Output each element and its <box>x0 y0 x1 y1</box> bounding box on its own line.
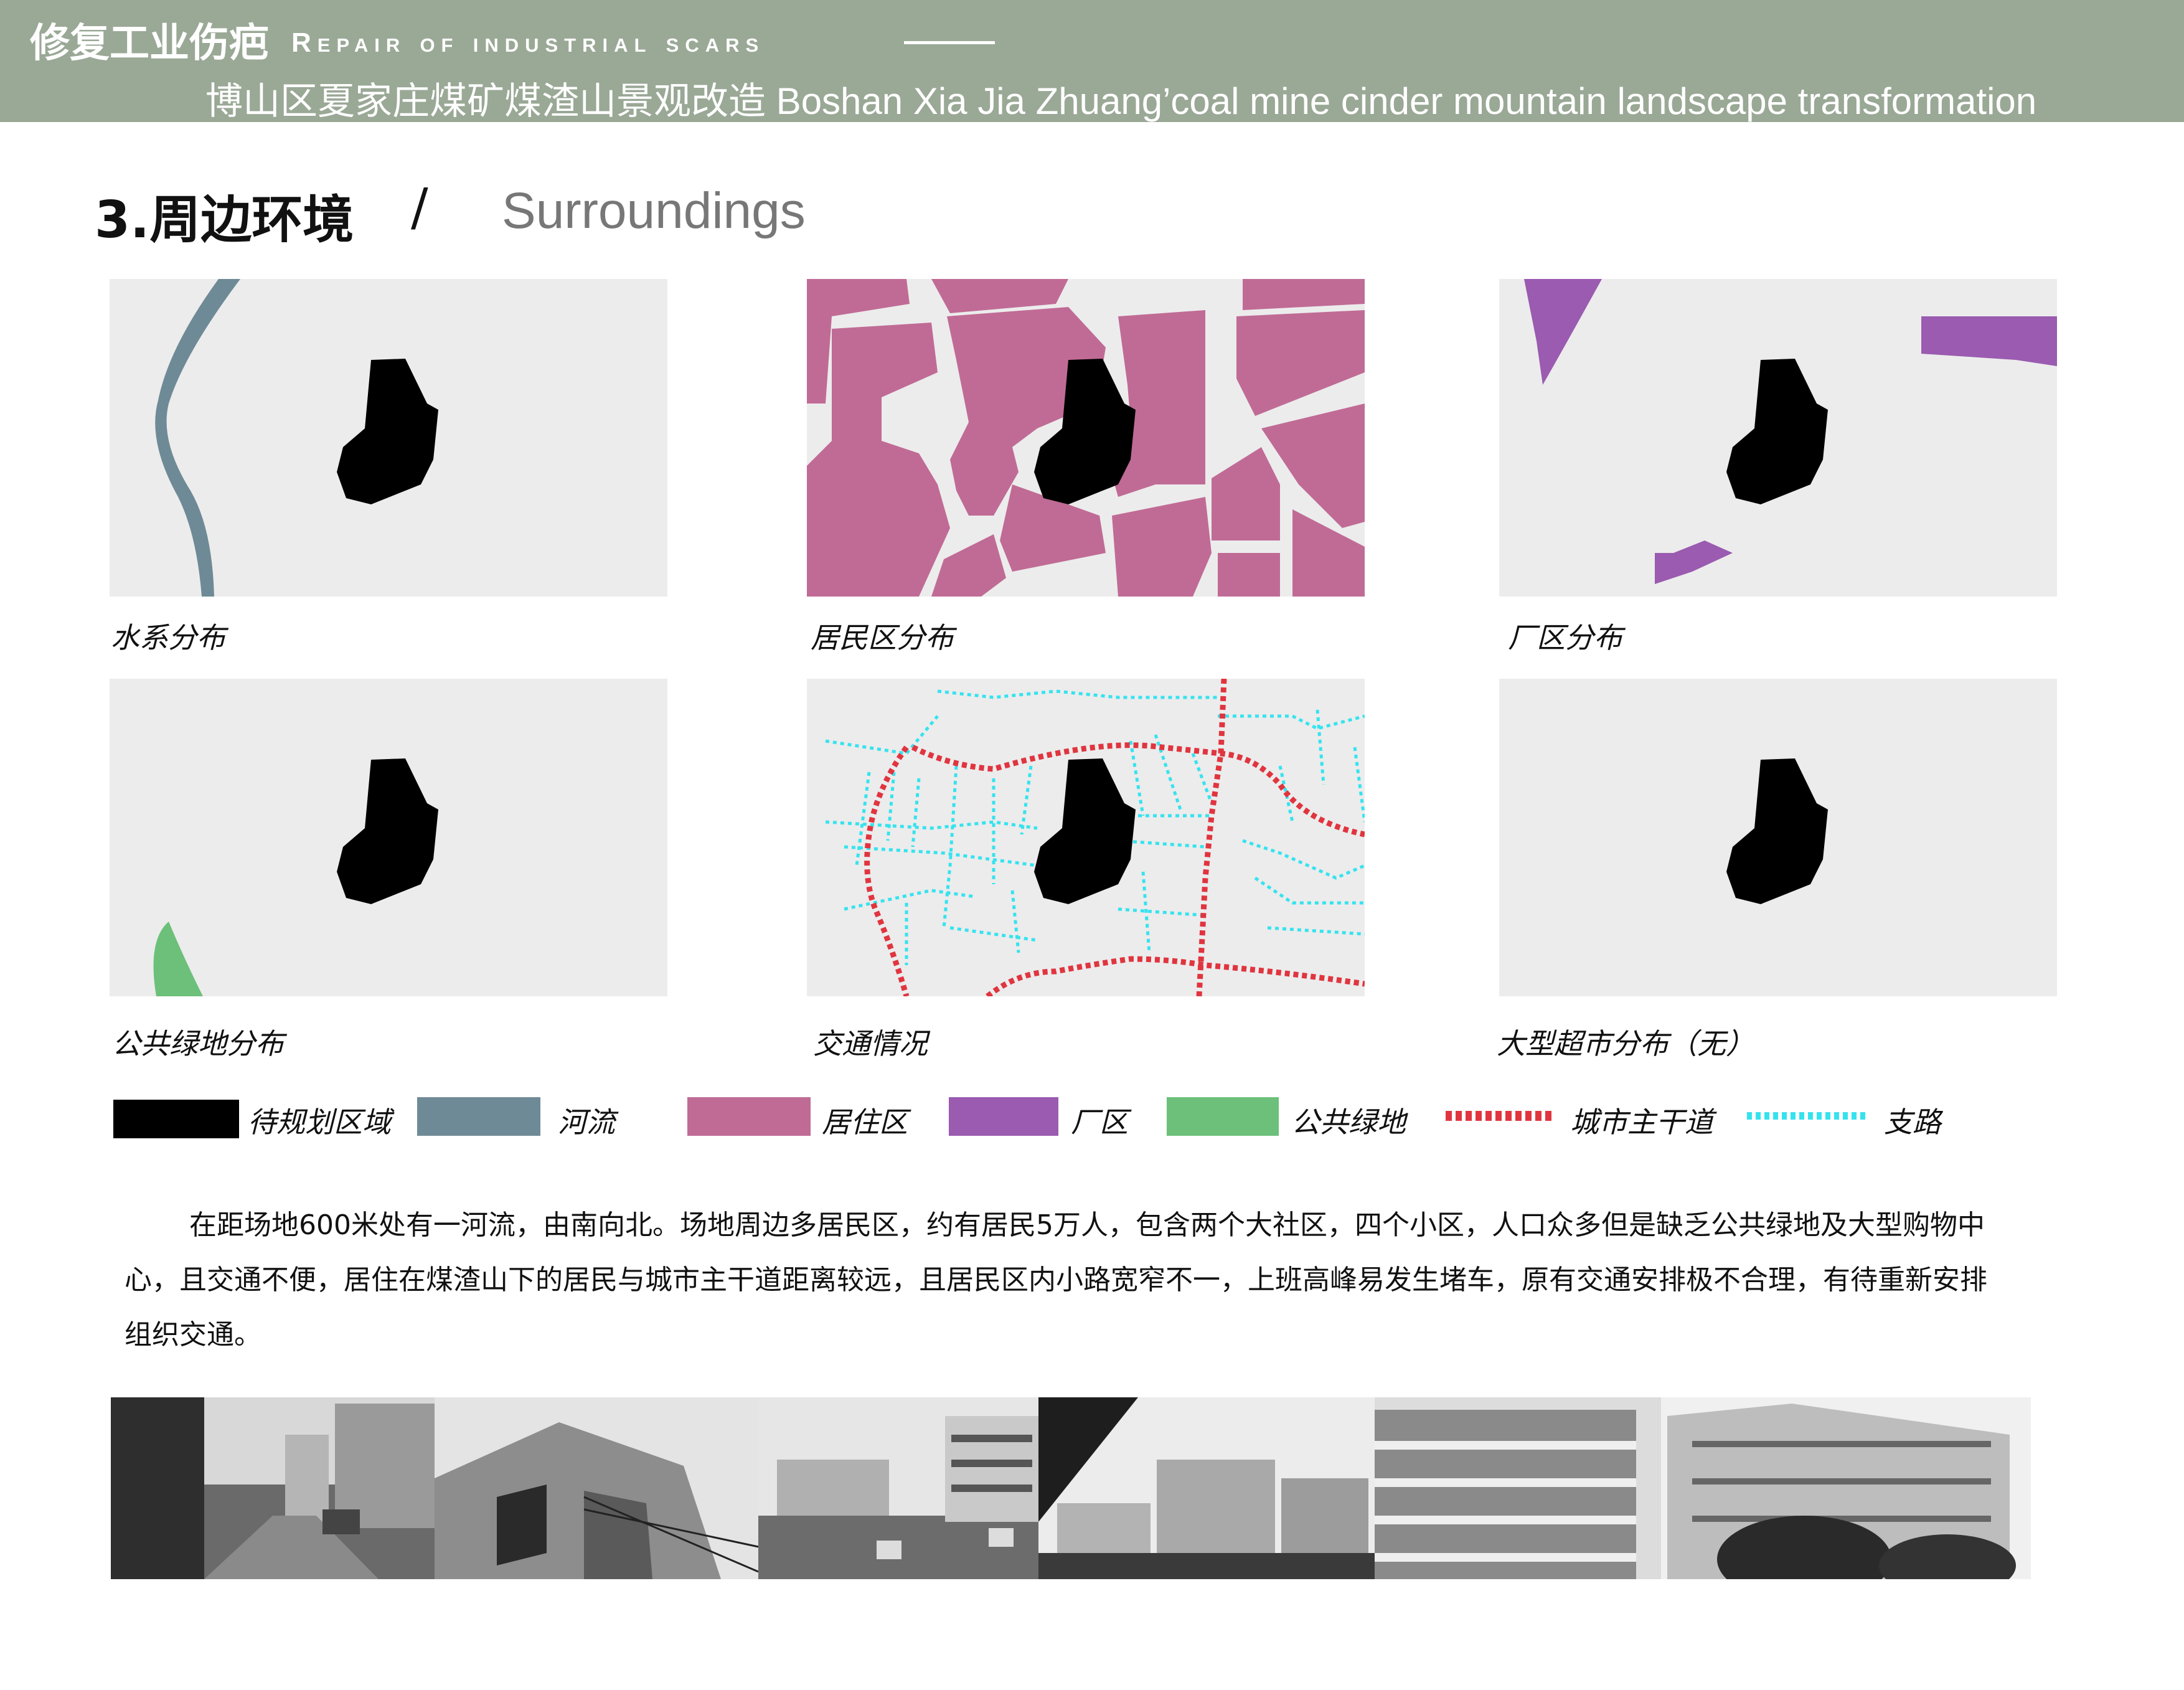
legend-label-factory: 厂区 <box>1071 1105 1128 1139</box>
map-caption-factory: 厂区分布 <box>1508 621 1622 654</box>
legend-swatch-planning <box>113 1100 239 1138</box>
site-area <box>1726 758 1828 904</box>
legend-label-main-road: 城市主干道 <box>1570 1105 1713 1139</box>
photo-alley <box>111 1397 435 1579</box>
legend-label-river: 河流 <box>558 1105 615 1139</box>
map-caption-traffic: 交通情况 <box>813 1027 928 1060</box>
legend-swatch-residential <box>687 1097 811 1136</box>
description-paragraph: 在距场地600米处有一河流，由南向北。场地周边多居民区，约有居民5万人，包含两个… <box>125 1198 2005 1362</box>
map-caption-water: 水系分布 <box>111 621 225 654</box>
river-shape <box>155 279 240 597</box>
map-supermarket <box>1499 679 2057 996</box>
map-caption-green: 公共绿地分布 <box>112 1027 284 1060</box>
header-subtitle: 博山区夏家庄煤矿煤渣山景观改造 Boshan Xia Jia Zhuang’co… <box>205 80 2037 122</box>
site-area <box>1726 359 1828 504</box>
header-title-en: Repair of industrial scars <box>291 27 765 58</box>
photo-residential-building <box>1661 1397 2031 1579</box>
legend-swatch-branch-road <box>1747 1112 1869 1120</box>
photo-old-house <box>435 1397 759 1579</box>
photo-balcony-building <box>1375 1397 1661 1579</box>
legend-swatch-factory <box>949 1097 1058 1136</box>
photo-low-buildings <box>758 1397 1038 1579</box>
site-area <box>337 758 438 904</box>
site-area <box>1034 758 1136 904</box>
factory-area <box>1499 279 1602 385</box>
factory-area <box>1921 316 2057 366</box>
legend-label-branch-road: 支路 <box>1884 1105 1941 1139</box>
map-caption-residential: 居民区分布 <box>811 621 954 654</box>
photo-strip <box>111 1397 2031 1579</box>
legend-swatch-river <box>417 1097 540 1136</box>
map-water <box>110 279 667 597</box>
map-factory <box>1499 279 2057 597</box>
map-caption-supermarket: 大型超市分布（无） <box>1497 1027 1754 1060</box>
header-title-cn: 修复工业伤疤 <box>30 21 269 67</box>
legend-label-residential: 居住区 <box>822 1105 908 1139</box>
green-area <box>153 922 203 996</box>
section-slash: / <box>411 178 428 237</box>
legend-label-planning: 待规划区域 <box>248 1105 391 1139</box>
map-traffic <box>807 679 1365 996</box>
section-title-en: Surroundings <box>502 182 806 239</box>
header-rule <box>904 41 995 44</box>
map-green <box>110 679 667 996</box>
legend-label-green: 公共绿地 <box>1291 1105 1406 1139</box>
section-title: 3.周边环境 <box>95 191 354 250</box>
legend-swatch-green <box>1167 1097 1279 1136</box>
factory-area <box>1655 541 1733 584</box>
header-banner: 修复工业伤疤 Repair of industrial scars 博山区夏家庄… <box>0 0 2184 122</box>
photo-apartment-block <box>1038 1397 1375 1579</box>
description-text: 在距场地600米处有一河流，由南向北。场地周边多居民区，约有居民5万人，包含两个… <box>125 1209 1987 1351</box>
map-residential <box>807 279 1365 597</box>
site-area <box>337 359 438 504</box>
legend-swatch-main-road <box>1446 1111 1554 1121</box>
